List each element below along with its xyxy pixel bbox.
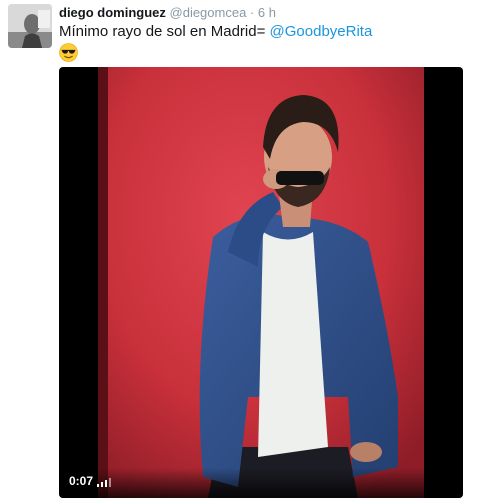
video-player[interactable]: 0:07 [59, 67, 463, 498]
tweet-text: Mínimo rayo de sol en Madrid= @GoodbyeRi… [59, 22, 372, 42]
video-thumbnail [98, 67, 424, 498]
video-controls[interactable]: 0:07 [59, 468, 463, 498]
video-duration: 0:07 [69, 474, 94, 488]
video-frame[interactable] [98, 67, 424, 498]
tweet-body: Mínimo rayo de sol en Madrid= [59, 23, 266, 40]
mention-link[interactable]: @GoodbyeRita [270, 23, 373, 40]
user-handle[interactable]: @diegomcea [170, 5, 247, 20]
volume-bars-icon[interactable] [97, 477, 111, 487]
timestamp[interactable]: 6 h [258, 5, 276, 20]
sunglasses-emoji-icon [59, 43, 78, 62]
separator-dot: · [249, 5, 255, 20]
avatar-photo [8, 4, 52, 48]
avatar[interactable] [8, 4, 52, 48]
tweet-card: diego dominguez @diegomcea · 6 h Mínimo … [0, 0, 500, 504]
display-name[interactable]: diego dominguez [59, 5, 166, 20]
tweet-header: diego dominguez @diegomcea · 6 h [59, 4, 276, 22]
